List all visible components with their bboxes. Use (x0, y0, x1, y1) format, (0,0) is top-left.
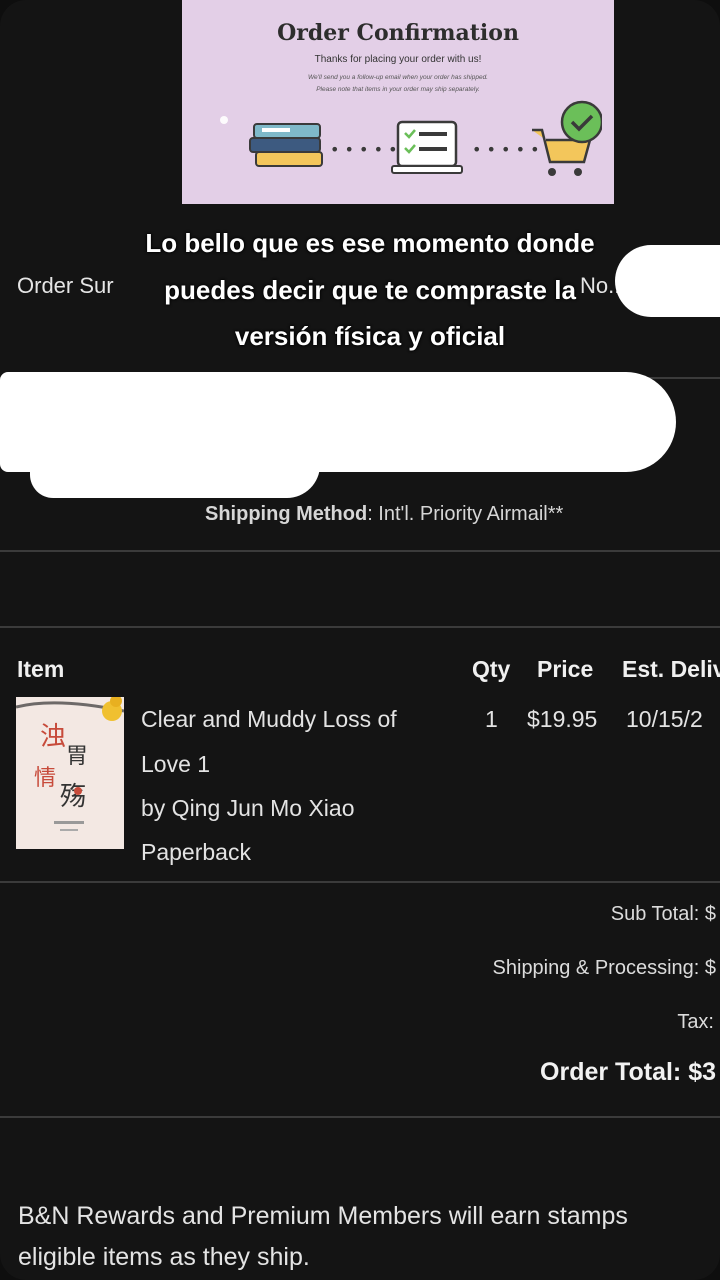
column-header-qty: Qty (472, 656, 511, 682)
shipping-method-value: : Int'l. Priority Airmail** (367, 503, 564, 525)
item-title-line-1[interactable]: Clear and Muddy Loss of (141, 706, 397, 733)
column-header-price: Price (537, 656, 594, 682)
column-header-item: Item (17, 656, 65, 682)
book-cover-image[interactable]: 浊 胃 情 殇 (16, 697, 124, 849)
svg-text:胃: 胃 (66, 744, 88, 769)
svg-text:• • • • •: • • • • • (472, 140, 540, 159)
screen: Order Confirmation Thanks for placing yo… (0, 0, 720, 1280)
svg-text:• • • • •: • • • • • (330, 140, 398, 159)
banner-note-1: We'll send you a follow-up email when yo… (308, 74, 488, 81)
divider (0, 881, 720, 883)
item-title-line-2[interactable]: Love 1 (141, 751, 210, 778)
rewards-note-line-1: B&N Rewards and Premium Members will ear… (18, 1202, 628, 1230)
caption-line-3: versión física y oficial (234, 321, 506, 351)
svg-text:浊: 浊 (40, 722, 66, 752)
svg-text:情: 情 (34, 766, 56, 791)
divider (0, 550, 720, 552)
item-author: by Qing Jun Mo Xiao (141, 795, 355, 821)
book-cover-art: 浊 胃 情 殇 (16, 697, 124, 849)
column-header-delivery: Est. Deliv (622, 656, 720, 682)
caption-line-1: Lo bello que es ese momento donde (145, 228, 595, 258)
order-total: Order Total: $3 (540, 1058, 716, 1086)
shipping-method: Shipping Method: Int'l. Priority Airmail… (205, 503, 563, 526)
redaction-address-3 (250, 430, 620, 472)
divider (0, 626, 720, 628)
item-price: $19.95 (527, 706, 598, 732)
svg-text:殇: 殇 (60, 782, 86, 812)
banner-note-2: Please note that items in your order may… (316, 86, 480, 93)
sub-total: Sub Total: $ (610, 903, 716, 925)
banner-subtitle: Thanks for placing your order with us! (314, 54, 482, 65)
order-confirmation-banner: Order Confirmation Thanks for placing yo… (182, 0, 614, 204)
item-qty: 1 (485, 706, 498, 732)
rewards-note-line-2: eligible items as they ship. (18, 1243, 310, 1271)
banner-illustration: • • • • • • • • • • (220, 100, 602, 176)
shipping-method-label: Shipping Method (205, 503, 368, 525)
shipping-processing-total: Shipping & Processing: $ (492, 957, 716, 979)
shopping-cart-check-icon (532, 100, 602, 176)
caption-line-2: puedes decir que te compraste la (164, 275, 576, 305)
laptop-checklist-icon (391, 120, 463, 174)
banner-title: Order Confirmation (277, 20, 519, 46)
item-format: Paperback (141, 839, 251, 865)
books-icon (249, 123, 323, 167)
tax-total: Tax: (677, 1011, 714, 1033)
rewards-note: B&N Rewards and Premium Members will ear… (18, 1196, 720, 1278)
divider (0, 1116, 720, 1118)
item-delivery-date: 10/15/2 (626, 706, 703, 732)
